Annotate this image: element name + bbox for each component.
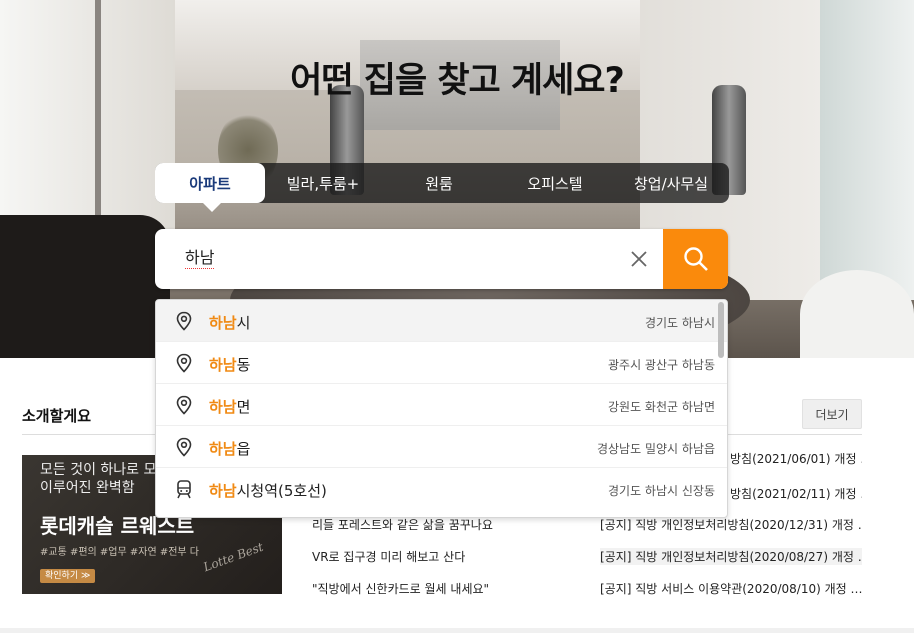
- suggestion-match: 하남: [209, 482, 237, 500]
- suggestion-item[interactable]: 하남면 강원도 화천군 하남면: [156, 384, 727, 426]
- page-headline: 어떤 집을 찾고 계세요?: [290, 61, 625, 101]
- tab-officetel[interactable]: 오피스텔: [497, 163, 613, 203]
- suggestion-scrollbar[interactable]: [718, 302, 724, 358]
- location-pin-icon: [176, 353, 192, 373]
- suggestion-rest: 시청역(5호선): [236, 482, 327, 500]
- subway-icon: [177, 480, 191, 499]
- location-pin-icon: [176, 311, 192, 331]
- tab-office[interactable]: 창업/사무실: [613, 163, 729, 203]
- banner-signature: Lotte Best: [201, 539, 266, 575]
- suggestion-address: 광주시 광산구 하남동: [608, 358, 715, 372]
- tab-apartment[interactable]: 아파트: [155, 163, 265, 212]
- notice-item[interactable]: 방침(2021/02/11) 개정 …: [730, 485, 862, 502]
- news-item[interactable]: 리들 포레스트와 같은 삶을 꿈꾸나요: [312, 516, 493, 533]
- more-button[interactable]: 더보기: [802, 399, 862, 429]
- suggestion-rest: 동: [236, 356, 251, 374]
- suggestion-item[interactable]: 하남시청역(5호선) 경기도 하남시 신장동: [156, 468, 727, 510]
- section-title: 소개할게요: [22, 407, 92, 425]
- suggestion-item[interactable]: 하남읍 경상남도 밀양시 하남읍: [156, 426, 727, 468]
- location-pin-icon: [176, 395, 192, 415]
- suggestion-item[interactable]: 하남시 경기도 하남시: [156, 300, 727, 342]
- banner-text: 모든 것이 하나로 모: [40, 462, 157, 478]
- suggestion-address: 경기도 하남시: [644, 316, 715, 330]
- notice-item[interactable]: [공지] 직방 개인정보처리방침(2020/12/31) 개정 …: [600, 516, 862, 533]
- suggestion-item[interactable]: 하남동 광주시 광산구 하남동: [156, 342, 727, 384]
- property-type-tabs: 아파트 빌라,투룸+ 원룸 오피스텔 창업/사무실: [155, 163, 729, 212]
- banner-button[interactable]: 확인하기 ≫: [40, 569, 96, 583]
- banner-text: 이루어진 완벽함: [40, 480, 135, 496]
- location-pin-icon: [176, 437, 192, 457]
- banner-tags: #교통 #편의 #업무 #자연 #전부 다: [40, 547, 199, 558]
- news-item[interactable]: "직방에서 신한카드로 월세 내세요": [312, 580, 489, 597]
- suggestion-rest: 읍: [236, 440, 251, 458]
- clear-search-button[interactable]: [624, 245, 654, 273]
- search-button[interactable]: [663, 229, 728, 289]
- news-item[interactable]: VR로 집구경 미리 해보고 산다: [312, 548, 465, 565]
- search-icon: [683, 247, 708, 271]
- notice-item[interactable]: [공지] 직방 서비스 이용약관(2020/08/10) 개정 …: [600, 580, 862, 597]
- suggestion-match: 하남: [209, 440, 237, 458]
- suggestion-address: 강원도 화천군 하남면: [608, 400, 715, 414]
- suggestion-rest: 시: [236, 314, 251, 332]
- suggestion-match: 하남: [209, 356, 237, 374]
- footer-divider: [0, 628, 914, 633]
- notice-item[interactable]: [공지] 직방 개인정보처리방침(2020/08/27) 개정 …: [600, 548, 862, 565]
- suggestion-rest: 면: [236, 398, 251, 416]
- suggestion-match: 하남: [209, 314, 237, 332]
- tab-oneroom[interactable]: 원룸: [381, 163, 497, 203]
- notice-item[interactable]: 방침(2021/06/01) 개정 …: [730, 450, 862, 467]
- suggestion-list: 하남시 경기도 하남시 하남동 광주시 광산구 하남동 하남면 강원도 화천군 …: [155, 299, 728, 518]
- suggestion-address: 경기도 하남시 신장동: [608, 484, 715, 498]
- page: 어떤 집을 찾고 계세요? 아파트 빌라,투룸+ 원룸 오피스텔 창업/사무실 …: [0, 0, 914, 633]
- search-input[interactable]: 하남: [185, 248, 215, 269]
- tab-villa[interactable]: 빌라,투룸+: [265, 163, 381, 203]
- suggestion-address: 경상남도 밀양시 하남읍: [596, 442, 715, 456]
- suggestion-match: 하남: [209, 398, 237, 416]
- close-icon: [631, 251, 647, 267]
